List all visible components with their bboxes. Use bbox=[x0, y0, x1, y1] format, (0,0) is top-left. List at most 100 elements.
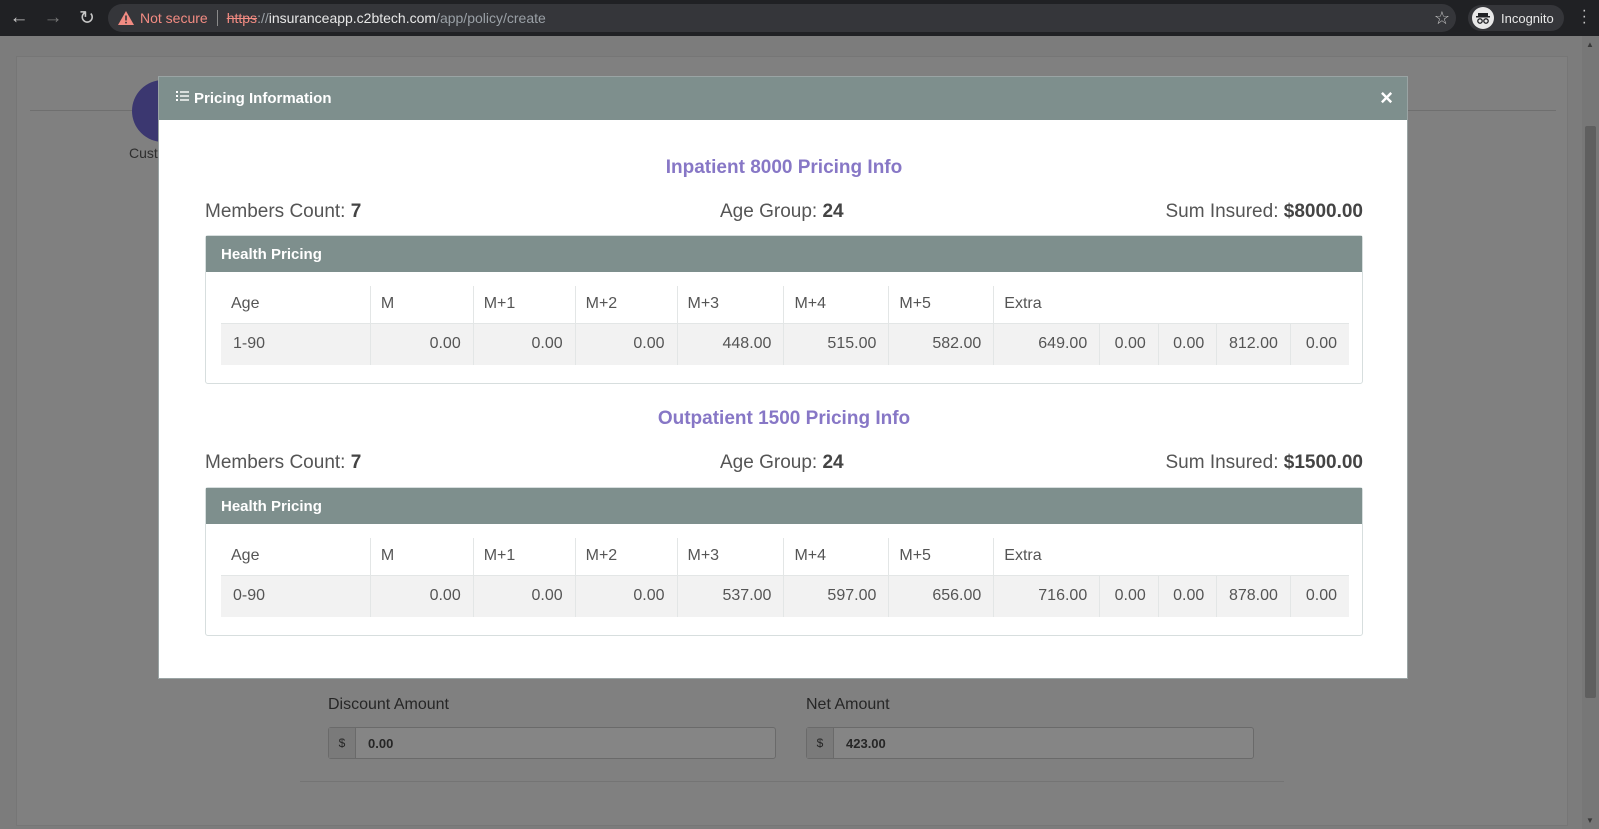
sum-insured-value: $8000.00 bbox=[1283, 201, 1363, 222]
sum-insured-value: $1500.00 bbox=[1283, 452, 1363, 473]
table-cell: 0.00 bbox=[1289, 575, 1349, 617]
table-cell: 649.00 bbox=[993, 323, 1100, 365]
members-count: Members Count: 7 bbox=[205, 201, 361, 223]
pricing-summary: Members Count: 7 Age Group: 24 Sum Insur… bbox=[205, 452, 1363, 478]
column-header: M bbox=[369, 538, 474, 576]
table-row: 1-90 0.00 0.00 0.00 448.00 515.00 582.00… bbox=[221, 323, 1349, 365]
more-menu-icon[interactable]: · · · bbox=[1582, 3, 1587, 31]
pricing-summary: Members Count: 7 Age Group: 24 Sum Insur… bbox=[205, 201, 1363, 227]
net-amount-value: 423.00 bbox=[846, 735, 886, 751]
table-header-row: Age M M+1 M+2 M+3 M+4 M+5 Extra bbox=[221, 286, 1349, 324]
column-header: M+2 bbox=[574, 538, 677, 576]
members-count-label: Members Count: bbox=[205, 452, 346, 473]
address-bar[interactable]: Not secure https :// insuranceapp.c2btec… bbox=[108, 4, 1456, 32]
column-header: Age bbox=[221, 286, 371, 324]
discount-amount-field[interactable]: $ 0.00 bbox=[328, 727, 776, 759]
health-pricing-header: Health Pricing bbox=[206, 488, 1362, 524]
omnibox-divider bbox=[216, 10, 218, 26]
table-cell: 0.00 bbox=[1157, 323, 1217, 365]
table-cell: 0.00 bbox=[574, 323, 677, 365]
members-count: Members Count: 7 bbox=[205, 452, 361, 474]
age-group: Age Group: 24 bbox=[720, 201, 844, 223]
section-title: Outpatient 1500 Pricing Info bbox=[657, 408, 911, 429]
column-header: Age bbox=[221, 538, 371, 576]
table-cell: 0.00 bbox=[1099, 575, 1159, 617]
security-status[interactable]: Not secure bbox=[140, 10, 208, 26]
table-cell: 0.00 bbox=[1099, 323, 1159, 365]
table-cell: 716.00 bbox=[993, 575, 1100, 617]
members-count-value: 7 bbox=[350, 201, 362, 222]
step-label-customer: Cust bbox=[129, 145, 158, 161]
column-header: Extra bbox=[993, 286, 1349, 324]
column-header: M+3 bbox=[676, 286, 784, 324]
members-count-value: 7 bbox=[350, 452, 362, 473]
table-row: 0-90 0.00 0.00 0.00 537.00 597.00 656.00… bbox=[221, 575, 1349, 617]
members-count-label: Members Count: bbox=[205, 201, 346, 222]
forward-arrow-icon[interactable]: → bbox=[38, 3, 68, 33]
url-path: /app/policy/create bbox=[436, 10, 546, 26]
column-header: M+1 bbox=[472, 286, 576, 324]
scroll-down-icon[interactable]: ▼ bbox=[1586, 816, 1594, 825]
pricing-information-modal: Pricing Information × Inpatient 8000 Pri… bbox=[158, 76, 1408, 679]
net-amount-label: Net Amount bbox=[806, 696, 890, 713]
table-cell: 0.00 bbox=[574, 575, 677, 617]
table-cell: 878.00 bbox=[1216, 575, 1291, 617]
table-cell: 656.00 bbox=[888, 575, 994, 617]
column-header: M+3 bbox=[676, 538, 784, 576]
close-icon[interactable]: × bbox=[1380, 85, 1393, 111]
url-scheme: https bbox=[226, 10, 258, 26]
reload-icon[interactable]: ↻ bbox=[72, 3, 102, 33]
column-header: M+2 bbox=[574, 286, 677, 324]
table-cell: 597.00 bbox=[783, 575, 889, 617]
profile-label: Incognito bbox=[1501, 10, 1554, 26]
url-separator: :// bbox=[257, 10, 269, 26]
page-scrollbar[interactable]: ▲ ▼ bbox=[1582, 36, 1599, 829]
table-header-row: Age M M+1 M+2 M+3 M+4 M+5 Extra bbox=[221, 538, 1349, 576]
scroll-thumb[interactable] bbox=[1585, 126, 1596, 698]
net-amount-field[interactable]: $ 423.00 bbox=[806, 727, 1254, 759]
table-cell: 0.00 bbox=[472, 323, 576, 365]
column-header: M+1 bbox=[472, 538, 576, 576]
incognito-icon bbox=[1472, 7, 1494, 29]
table-cell: 1-90 bbox=[221, 323, 371, 365]
table-cell: 0.00 bbox=[1289, 323, 1349, 365]
star-icon[interactable]: ☆ bbox=[1434, 8, 1450, 29]
age-group-label: Age Group: bbox=[720, 201, 818, 222]
column-header: M+4 bbox=[783, 538, 889, 576]
health-pricing-box: Health Pricing Age M M+1 M+2 M+3 M+4 M+5… bbox=[205, 235, 1363, 384]
currency-addon: $ bbox=[807, 728, 834, 758]
form-divider bbox=[300, 781, 1284, 782]
sum-insured: Sum Insured: $1500.00 bbox=[1165, 452, 1363, 474]
list-icon bbox=[176, 90, 189, 101]
table-cell: 537.00 bbox=[676, 575, 784, 617]
column-header: M bbox=[369, 286, 474, 324]
sum-insured-label: Sum Insured: bbox=[1165, 201, 1279, 222]
table-cell: 448.00 bbox=[676, 323, 784, 365]
table-cell: 0.00 bbox=[369, 323, 474, 365]
discount-amount-label: Discount Amount bbox=[328, 696, 449, 713]
health-pricing-header: Health Pricing bbox=[206, 236, 1362, 272]
warning-icon bbox=[118, 11, 134, 25]
table-cell: 582.00 bbox=[888, 323, 994, 365]
scroll-up-icon[interactable]: ▲ bbox=[1586, 40, 1594, 49]
table-cell: 812.00 bbox=[1216, 323, 1291, 365]
url-host: insuranceapp.c2btech.com bbox=[268, 10, 437, 26]
discount-amount-value: 0.00 bbox=[368, 735, 394, 751]
column-header: M+5 bbox=[888, 286, 994, 324]
browser-toolbar: ← → ↻ Not secure https :// insuranceapp.… bbox=[0, 0, 1599, 36]
age-group-label: Age Group: bbox=[720, 452, 818, 473]
table-cell: 0.00 bbox=[1157, 575, 1217, 617]
age-group-value: 24 bbox=[822, 452, 844, 473]
table-cell: 515.00 bbox=[783, 323, 889, 365]
pricing-table: Age M M+1 M+2 M+3 M+4 M+5 Extra 1-90 0.0… bbox=[221, 286, 1349, 365]
back-arrow-icon[interactable]: ← bbox=[4, 3, 34, 33]
modal-title: Pricing Information bbox=[194, 90, 332, 107]
section-title: Inpatient 8000 Pricing Info bbox=[665, 157, 903, 178]
age-group: Age Group: 24 bbox=[720, 452, 844, 474]
currency-addon: $ bbox=[329, 728, 356, 758]
column-header: M+5 bbox=[888, 538, 994, 576]
health-pricing-box: Health Pricing Age M M+1 M+2 M+3 M+4 M+5… bbox=[205, 487, 1363, 636]
table-cell: 0.00 bbox=[472, 575, 576, 617]
age-group-value: 24 bbox=[822, 201, 844, 222]
incognito-profile-button[interactable]: Incognito bbox=[1468, 5, 1564, 31]
